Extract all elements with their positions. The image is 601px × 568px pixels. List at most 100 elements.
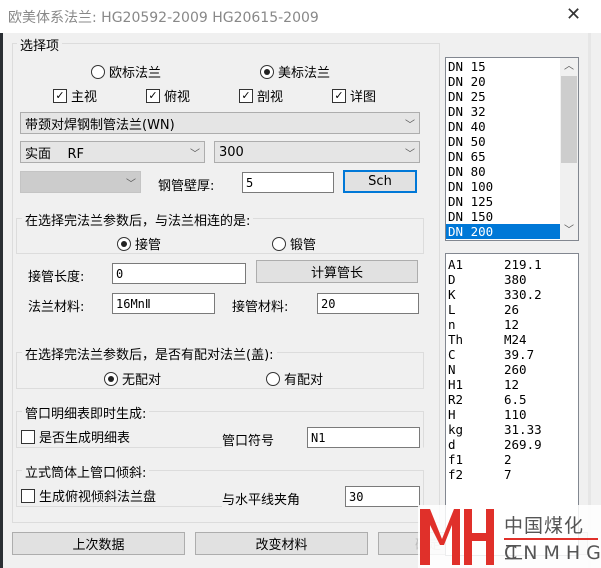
dn-list-item[interactable]: DN 125 (446, 194, 560, 209)
dn-list-item[interactable]: DN 20 (446, 74, 560, 89)
pressure-class-select[interactable]: 300 ﹀ (214, 141, 420, 163)
select-value: 300 (219, 144, 244, 160)
radio-us-flange[interactable]: 美标法兰 (260, 62, 330, 81)
param-row: K 330.2 (446, 287, 578, 302)
radio-pipe[interactable]: 接管 (117, 234, 161, 253)
checkbox-label: 主视 (71, 90, 98, 105)
dn-list-item[interactable]: DN 32 (446, 104, 560, 119)
watermark-logo: 中国煤化工 CNMHG (418, 505, 601, 568)
param-name: f2 (448, 467, 464, 482)
param-name: d (448, 437, 456, 452)
flange-type-select[interactable]: 带颈对焊钢制管法兰(WN) ﹀ (20, 112, 420, 134)
checkmark-icon: ✓ (146, 88, 160, 103)
radio-label: 有配对 (284, 373, 324, 388)
watermark-en: CNMHG (504, 542, 601, 564)
incline-flange-checkbox[interactable]: 生成俯视倾斜法兰盘 (21, 486, 156, 505)
window-title: 欧美体系法兰: HG20592-2009 HG20615-2009 (8, 10, 319, 26)
pipe-length-input[interactable]: 0 (112, 263, 246, 284)
checkbox-main-view[interactable]: ✓ 主视 (53, 86, 97, 105)
param-name: H1 (448, 377, 464, 392)
nozzle-symbol-label: 管口符号 (222, 434, 275, 449)
param-value: 12 (504, 317, 520, 332)
scroll-down-icon[interactable]: ﹀ (560, 222, 578, 240)
pipe-material-input[interactable]: 20 (317, 293, 419, 314)
radio-icon (117, 236, 131, 251)
radio-has-pair[interactable]: 有配对 (266, 369, 323, 388)
scroll-up-icon[interactable]: ︿ (560, 58, 578, 76)
param-value: 31.33 (504, 422, 542, 437)
chevron-down-icon: ﹀ (126, 178, 136, 190)
dn-list-item[interactable]: DN 25 (446, 89, 560, 104)
radio-icon (272, 236, 286, 251)
radio-icon (91, 64, 105, 79)
param-name: L (448, 302, 456, 317)
dn-list-item[interactable]: DN 150 (446, 209, 560, 224)
dn-list-item[interactable]: DN 50 (446, 134, 560, 149)
param-name: K (448, 287, 456, 302)
window-edge (588, 33, 591, 568)
pair-group-label: 在选择完法兰参数后，是否有配对法兰(盖): (22, 344, 277, 363)
param-value: 269.9 (504, 437, 542, 452)
divider (16, 506, 222, 507)
checkbox-label: 剖视 (257, 90, 284, 105)
flange-material-label: 法兰材料: (28, 300, 85, 315)
param-name: n (448, 317, 456, 332)
param-value: 2 (504, 452, 512, 467)
param-row: H 110 (446, 407, 578, 422)
sch-button[interactable]: Sch (343, 170, 417, 193)
param-name: f1 (448, 452, 464, 467)
radio-eu-flange[interactable]: 欧标法兰 (91, 62, 161, 81)
chevron-down-icon: ﹀ (405, 148, 415, 160)
close-icon[interactable]: ✕ (566, 4, 581, 25)
param-name: N (448, 362, 456, 377)
param-name: D (448, 272, 456, 287)
mh-logo-icon (420, 509, 494, 565)
dn-list-item[interactable]: DN 100 (446, 179, 560, 194)
facing-select[interactable]: 实面 RF ﹀ (20, 141, 205, 163)
param-row: C 39.7 (446, 347, 578, 362)
param-row: f2 7 (446, 467, 578, 482)
checkbox-label: 俯视 (164, 90, 191, 105)
dn-list-item[interactable]: DN 40 (446, 119, 560, 134)
param-row: A1 219.1 (446, 257, 578, 272)
param-row: kg 31.33 (446, 422, 578, 437)
radio-icon (266, 371, 280, 386)
wall-thickness-input[interactable]: 5 (242, 172, 334, 193)
disabled-select: ﹀ (20, 171, 141, 193)
wall-thickness-label: 钢管壁厚: (158, 179, 215, 194)
param-name: kg (448, 422, 464, 437)
calc-pipe-length-button[interactable]: 计算管长 (256, 260, 418, 283)
flange-material-input[interactable]: 16MnⅡ (112, 293, 215, 314)
param-row: n 12 (446, 317, 578, 332)
checkbox-section-view[interactable]: ✓ 剖视 (239, 86, 283, 105)
select-value: 实面 RF (25, 146, 85, 162)
radio-label: 美标法兰 (278, 66, 331, 81)
radio-forged-pipe[interactable]: 锻管 (272, 234, 316, 253)
param-value: 110 (504, 407, 527, 422)
scrollbar[interactable]: ︿ ﹀ (560, 58, 578, 240)
param-name: A1 (448, 257, 464, 272)
nozzle-symbol-input[interactable]: N1 (307, 427, 420, 448)
param-name: R2 (448, 392, 464, 407)
param-name: C (448, 347, 456, 362)
checkbox-detail-view[interactable]: ✓ 详图 (332, 86, 376, 105)
dn-list-item[interactable]: DN 15 (446, 59, 560, 74)
dn-list-item[interactable]: DN 80 (446, 164, 560, 179)
checkmark-icon: ✓ (239, 88, 253, 103)
dn-listbox[interactable]: DN 15 DN 20 DN 25 DN 32 DN 40 DN 50 DN 65 DN 80… (445, 57, 579, 241)
checkbox-top-view[interactable]: ✓ 俯视 (146, 86, 190, 105)
scrollbar-thumb[interactable] (561, 76, 577, 163)
window-edge (0, 33, 3, 568)
dn-list-item[interactable]: DN 200 (446, 224, 560, 239)
radio-icon (104, 371, 118, 386)
dn-list-item[interactable]: DN 65 (446, 149, 560, 164)
radio-no-pair[interactable]: 无配对 (104, 369, 161, 388)
chevron-down-icon: ﹀ (190, 148, 200, 160)
radio-label: 锻管 (290, 238, 317, 253)
pipe-material-label: 接管材料: (232, 300, 289, 315)
last-data-button[interactable]: 上次数据 (12, 532, 185, 555)
checkbox-label: 详图 (350, 90, 377, 105)
angle-input[interactable]: 30 (345, 486, 420, 507)
generate-table-checkbox[interactable]: 是否生成明细表 (21, 427, 130, 446)
change-material-button[interactable]: 改变材料 (195, 532, 368, 555)
